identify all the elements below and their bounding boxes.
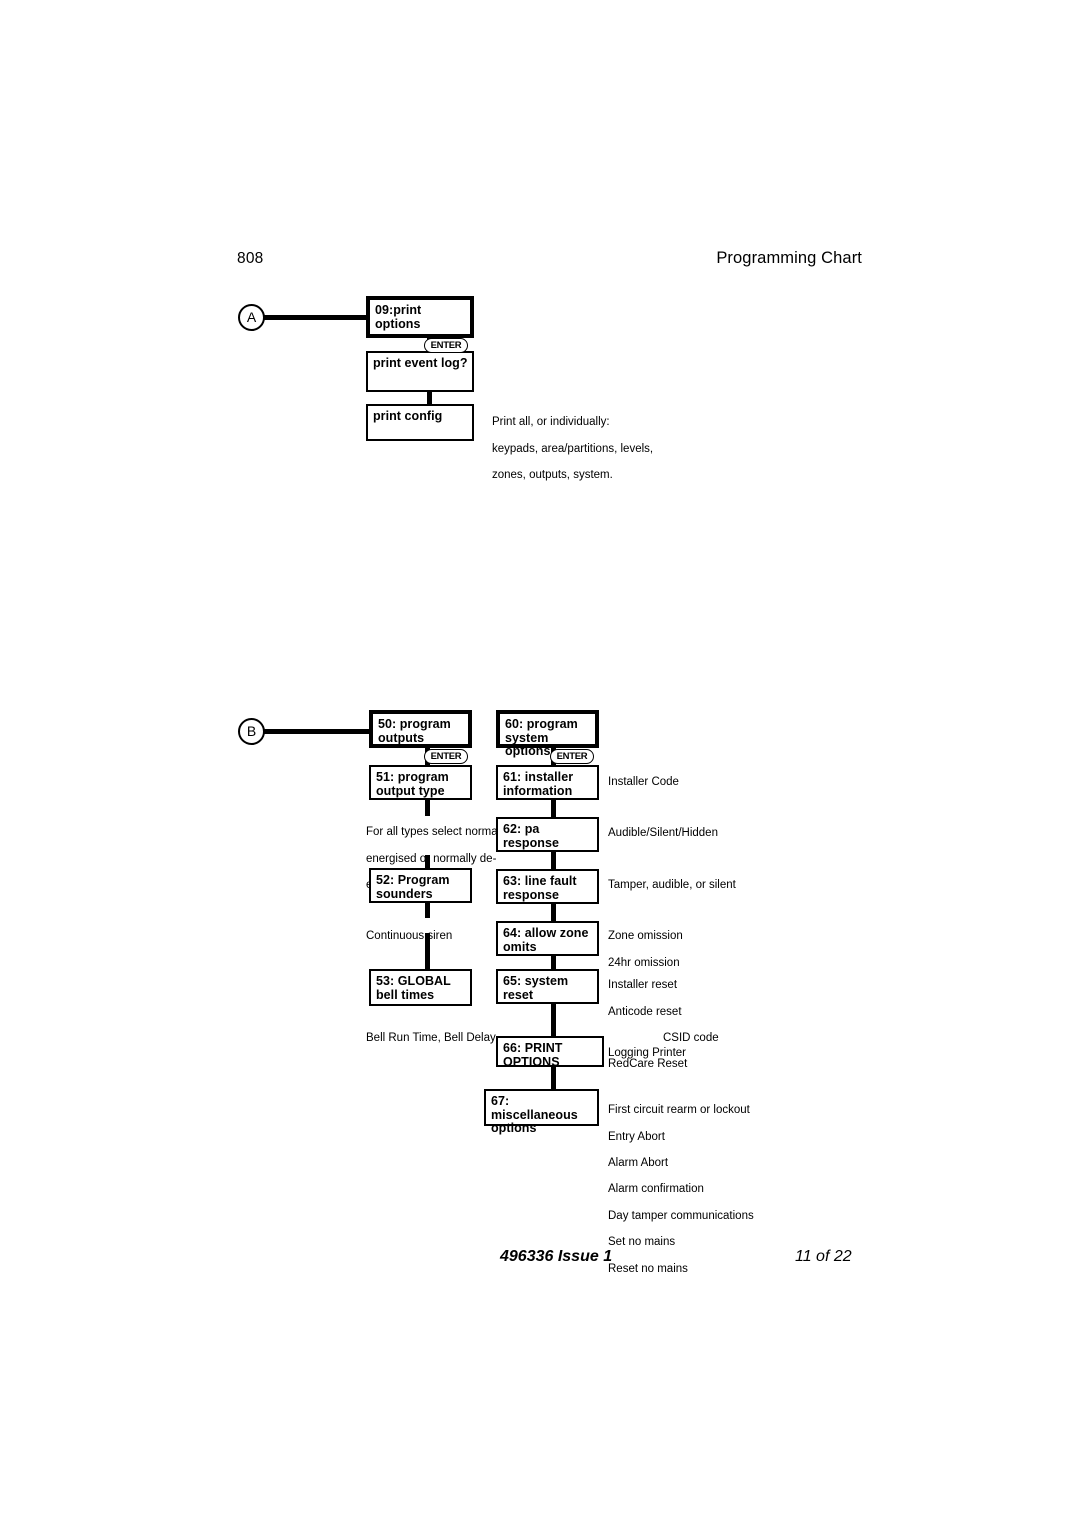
enter-badge-chart-b-left: ENTER (424, 749, 468, 764)
connector-circle-b: B (238, 718, 265, 745)
box-67-line2: options (491, 1121, 537, 1135)
note-63-line-fault: Tamper, audible, or silent (608, 866, 808, 906)
box-51-line2: output type (376, 783, 445, 798)
connector-63-to-64 (551, 902, 556, 922)
connector-61-to-62 (551, 798, 556, 818)
box-61-line1: 61: installer (503, 770, 574, 784)
note-62-line1: Audible/Silent/Hidden (608, 827, 718, 840)
note-52-sounders: Continuous siren (366, 917, 516, 957)
note-64-line1: Zone omission (608, 930, 683, 943)
box-64-allow-zone-omits: 64: allow zone omits (496, 921, 599, 956)
connector-line-b-to-50 (263, 729, 371, 734)
note-67-line2: Entry Abort (608, 1130, 665, 1143)
note-print-config-line2: keypads, area/partitions, levels, (492, 442, 654, 455)
box-67-miscellaneous-options: 67: miscellaneous options (484, 1089, 599, 1135)
connector-65-to-66 (551, 1002, 556, 1038)
enter-badge-chart-a: ENTER (424, 338, 468, 353)
note-65-line1: Installer reset (608, 979, 678, 992)
note-67-line1: First circuit rearm or lockout (608, 1104, 750, 1117)
note-52-line1: Continuous siren (366, 930, 453, 943)
box-09-print-options: 09:print options (366, 296, 474, 338)
box-print-config-line1: print config (373, 409, 443, 423)
box-print-config: print config (366, 404, 474, 441)
box-64-line1: 64: allow zone (503, 926, 589, 940)
note-67-line3: Alarm Abort (608, 1157, 669, 1170)
box-52-line2: sounders (376, 886, 433, 901)
note-66-logging-printer: Logging Printer (608, 1034, 808, 1074)
document-page: 808 Programming Chart A 09:print options… (0, 0, 1080, 1528)
box-53-global-bell-times: 53: GLOBAL bell times (369, 969, 472, 1006)
note-66-line1: Logging Printer (608, 1047, 686, 1060)
page-title: Programming Chart (716, 249, 862, 267)
enter-badge-chart-b-right: ENTER (550, 749, 594, 764)
box-63-line1: 63: line fault (503, 874, 577, 888)
box-50-line2: outputs (378, 730, 425, 745)
note-61-line1: Installer Code (608, 776, 679, 789)
connector-circle-a: A (238, 304, 265, 331)
footer-doc-ref: 496336 Issue 1 (500, 1248, 613, 1265)
box-print-event-log-line1: print event log? (373, 356, 468, 370)
box-66-print-options: 66: PRINT OPTIONS (496, 1036, 604, 1069)
note-67-line4: Alarm confirmation (608, 1183, 704, 1196)
page-number: 808 (237, 250, 264, 267)
box-50-line1: 50: program (378, 717, 451, 731)
note-51-line2: energised or normally de- (366, 852, 497, 865)
box-66-line1: 66: PRINT OPTIONS (503, 1041, 563, 1069)
box-60-program-system-options: 60: program system options (496, 710, 599, 758)
box-53-line2: bell times (376, 987, 435, 1002)
box-52-line1: 52: Program (376, 873, 450, 887)
note-62-pa-response: Audible/Silent/Hidden (608, 814, 808, 854)
connector-circle-b-label: B (246, 723, 257, 739)
note-65-line2: Anticode reset (608, 1005, 682, 1018)
box-67-line1: 67: miscellaneous (491, 1094, 578, 1122)
note-print-config-line1: Print all, or individually: (492, 416, 610, 429)
note-51-line1: For all types select normally (366, 826, 509, 839)
connector-circle-a-label: A (246, 309, 257, 325)
box-09-line1: 09:print options (375, 303, 422, 331)
connector-line-a-to-09 (263, 315, 368, 320)
box-62-pa-response: 62: pa response (496, 817, 599, 852)
note-67-line5: Day tamper communications (608, 1209, 754, 1222)
box-61-installer-information: 61: installer information (496, 765, 599, 800)
note-61-installer-code: Installer Code (608, 763, 808, 803)
note-print-config: Print all, or individually: keypads, are… (492, 403, 672, 495)
box-63-line-fault-response: 63: line fault response (496, 869, 599, 904)
box-65-line1: 65: system reset (503, 974, 569, 1002)
box-61-line2: information (503, 783, 573, 798)
box-63-line2: response (503, 887, 559, 902)
box-51-line1: 51: program (376, 770, 449, 784)
box-print-event-log: print event log? (366, 351, 474, 392)
note-67-miscellaneous-options: First circuit rearm or lockout Entry Abo… (608, 1091, 838, 1289)
box-65-system-reset: 65: system reset (496, 969, 599, 1004)
box-51-program-output-type: 51: program output type (369, 765, 472, 800)
note-67-line6: Set no mains (608, 1236, 676, 1249)
note-63-line1: Tamper, audible, or silent (608, 879, 736, 892)
box-62-line1: 62: pa response (503, 822, 559, 850)
note-67-line7: Reset no mains (608, 1262, 688, 1275)
box-53-line1: 53: GLOBAL (376, 974, 451, 988)
box-50-program-outputs: 50: program outputs (369, 710, 472, 748)
box-64-line2: omits (503, 939, 537, 954)
box-52-program-sounders: 52: Program sounders (369, 868, 472, 903)
box-60-line1: 60: program (505, 717, 578, 731)
connector-62-to-63 (551, 850, 556, 870)
note-print-config-line3: zones, outputs, system. (492, 469, 613, 482)
